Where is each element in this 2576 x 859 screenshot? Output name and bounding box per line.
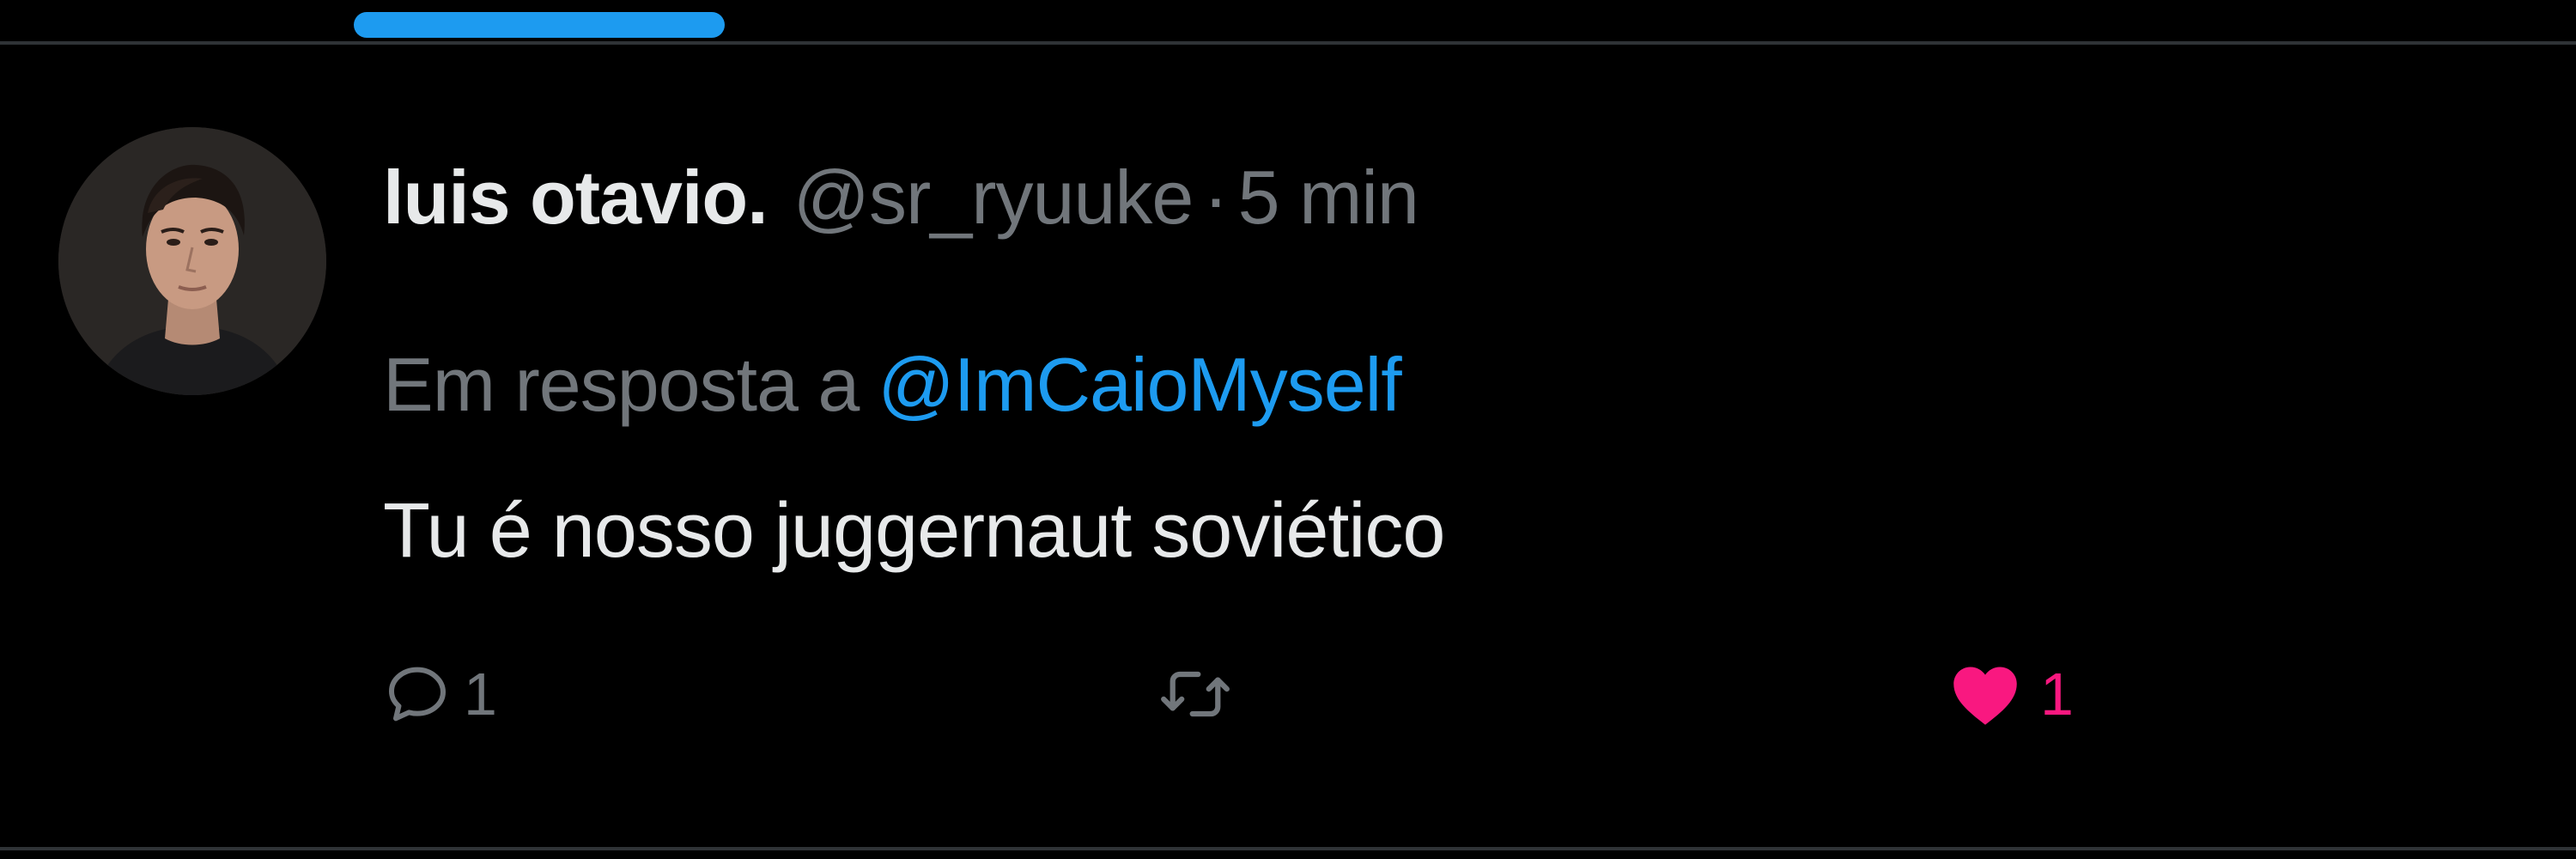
reply-context: Em resposta a @ImCaioMyself bbox=[383, 342, 1402, 428]
heart-icon bbox=[1953, 667, 2017, 725]
author-handle[interactable]: @sr_ryuuke bbox=[793, 155, 1194, 241]
user-avatar-photo bbox=[58, 127, 326, 395]
tweet[interactable]: luis otavio. @sr_ryuuke · 5 min Em respo… bbox=[0, 45, 2576, 847]
reply-count: 1 bbox=[464, 661, 497, 728]
reply-button[interactable]: 1 bbox=[383, 651, 497, 737]
bottom-divider bbox=[0, 847, 2576, 850]
tweet-header: luis otavio. @sr_ryuuke · 5 min bbox=[383, 155, 1419, 241]
tweet-timestamp[interactable]: 5 min bbox=[1238, 155, 1419, 241]
reply-to-handle-link[interactable]: @ImCaioMyself bbox=[878, 342, 1401, 427]
retweet-button[interactable] bbox=[1156, 651, 1235, 737]
avatar[interactable] bbox=[58, 127, 326, 395]
active-tab-indicator bbox=[354, 12, 725, 38]
tweet-text: Tu é nosso juggernaut soviético bbox=[383, 488, 1445, 574]
reply-context-prefix: Em resposta a bbox=[383, 342, 860, 427]
retweet-icon bbox=[1161, 671, 1230, 717]
like-count: 1 bbox=[2040, 661, 2074, 728]
reply-icon bbox=[389, 667, 446, 722]
author-display-name[interactable]: luis otavio. bbox=[383, 155, 769, 241]
header-separator: · bbox=[1203, 155, 1228, 240]
like-button[interactable]: 1 bbox=[1949, 651, 2074, 737]
